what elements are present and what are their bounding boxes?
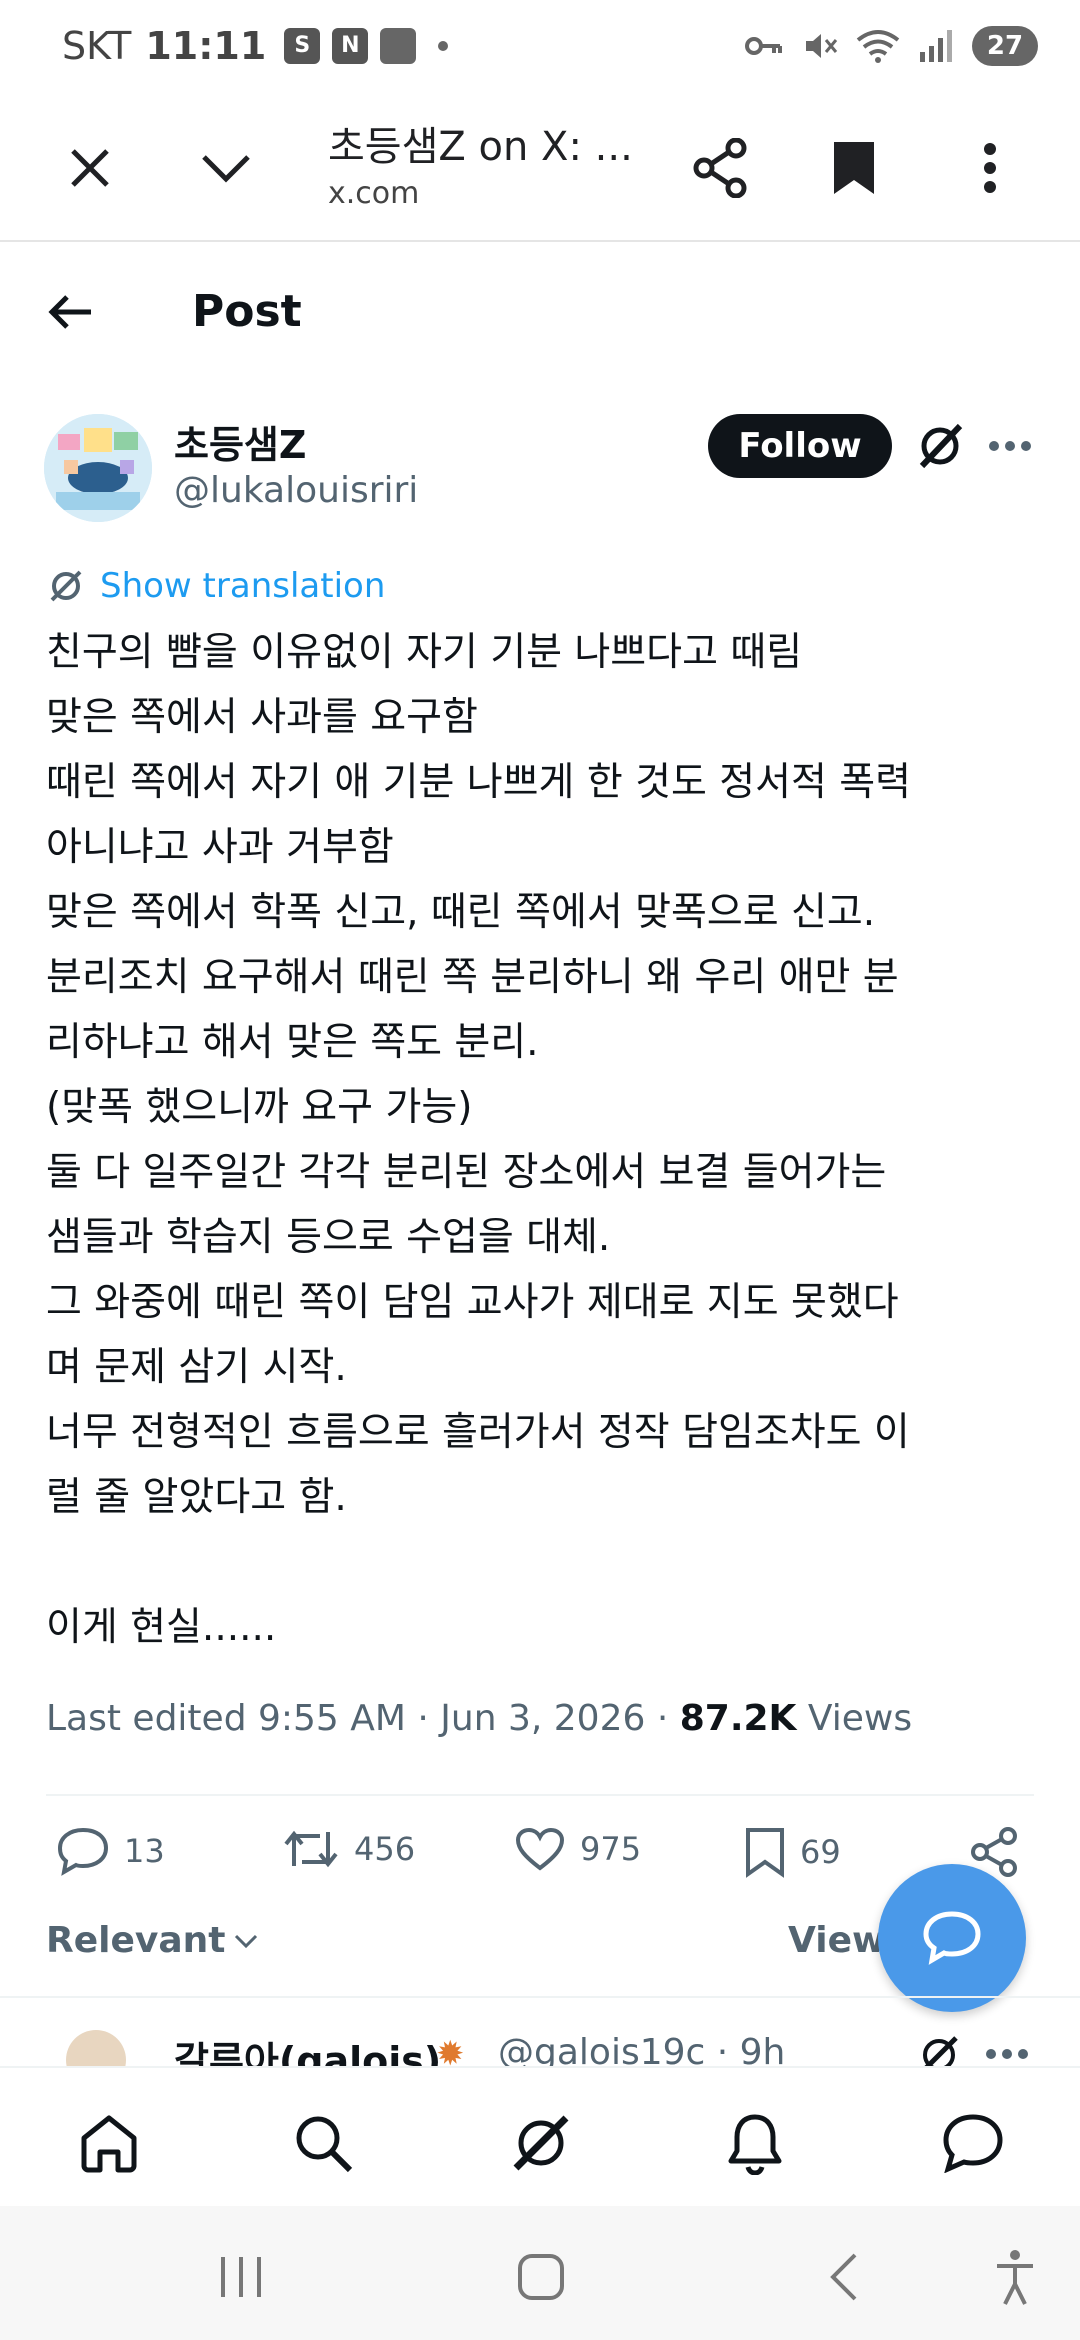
browser-toolbar: 초등샘Z on X: ... x.com	[0, 100, 1080, 242]
home-button[interactable]	[506, 2242, 576, 2312]
avatar-image	[44, 414, 152, 522]
samsung-s-icon: S	[284, 28, 321, 64]
browser-url: x.com	[328, 176, 420, 211]
reply-author-name[interactable]: 갈루아(galois)	[174, 2030, 441, 2066]
repost-count: 456	[354, 1830, 416, 1868]
arrow-left-icon	[48, 295, 91, 329]
post-more-button[interactable]	[982, 418, 1038, 474]
bell-icon	[728, 2114, 782, 2175]
chevron-down-icon	[234, 1934, 257, 1948]
battery-indicator: 27	[972, 26, 1038, 66]
author-handle[interactable]: @lukalouisriri	[174, 470, 418, 511]
reply-author-handle: @galois19c · 9h	[498, 2032, 786, 2066]
fire-badge-icon: ✹	[436, 2034, 465, 2066]
bookmark-icon	[834, 142, 874, 194]
reply-count: 13	[124, 1832, 165, 1870]
reply-avatar[interactable]	[66, 2030, 126, 2066]
more-vertical-icon	[984, 143, 996, 193]
repost-button[interactable]: 456	[282, 1826, 415, 1872]
vpn-key-icon	[745, 37, 782, 55]
bookmark-count: 69	[800, 1833, 841, 1871]
grok-button[interactable]	[912, 418, 968, 474]
divider	[46, 1794, 1034, 1796]
status-left: SKT 11:11 S N	[62, 24, 449, 68]
nav-grok[interactable]	[506, 2108, 576, 2178]
repost-icon	[284, 1830, 338, 1868]
nav-home[interactable]	[74, 2108, 144, 2178]
back-button[interactable]	[40, 282, 100, 342]
views-count: 87.2K	[679, 1698, 797, 1739]
more-notifications-icon	[438, 41, 449, 51]
nav-notifications[interactable]	[720, 2108, 790, 2178]
recents-icon	[221, 2257, 261, 2297]
system-navigation-bar	[0, 2206, 1080, 2340]
show-translation-link[interactable]: Show translation	[46, 566, 385, 606]
message-bubble-icon	[943, 2114, 1003, 2173]
grok-icon	[50, 570, 82, 602]
accessibility-icon	[997, 2250, 1033, 2305]
post-timestamp: Last edited 9:55 AM · Jun 3, 2026 ·	[46, 1698, 680, 1739]
status-right: 27	[744, 26, 1038, 66]
search-icon	[296, 2116, 353, 2173]
sort-label: Relevant	[46, 1920, 226, 1961]
bookmark-outline-icon	[746, 1828, 784, 1878]
mute-icon	[806, 34, 838, 58]
chevron-left-icon	[830, 2253, 857, 2301]
post-metadata: Last edited 9:55 AM · Jun 3, 2026 · 87.2…	[46, 1698, 912, 1739]
nav-messages[interactable]	[938, 2108, 1008, 2178]
status-bar: SKT 11:11 S N 27	[0, 0, 1080, 100]
recent-apps-button[interactable]	[206, 2242, 276, 2312]
grok-icon	[919, 423, 963, 469]
chevron-down-icon	[202, 155, 250, 183]
author-name[interactable]: 초등샘Z	[174, 414, 306, 469]
grok-icon	[513, 2115, 569, 2171]
home-square-icon	[518, 2254, 564, 2300]
accessibility-button[interactable]	[980, 2242, 1050, 2312]
heart-icon	[515, 1827, 565, 1871]
bookmark-button[interactable]: 69	[744, 1826, 841, 1878]
signal-icon	[920, 30, 952, 62]
reply-icon	[57, 1827, 109, 1876]
post-body-text: 친구의 뺨을 이유없이 자기 기분 나쁘다고 때림 맞은 쪽에서 사과를 요구함…	[46, 630, 912, 1650]
compose-reply-fab[interactable]	[878, 1864, 1026, 2012]
view-quotes-button[interactable]: View	[788, 1920, 885, 1961]
nav-search[interactable]	[288, 2108, 358, 2178]
home-icon	[81, 2115, 137, 2173]
reply-more-button[interactable]	[982, 2034, 1032, 2066]
news-icon: N	[332, 28, 369, 64]
note-icon	[380, 28, 417, 64]
wifi-icon	[856, 30, 900, 63]
clock: 11:11	[145, 24, 267, 68]
more-horizontal-icon	[989, 441, 1031, 451]
browser-menu-button[interactable]	[950, 128, 1030, 208]
browser-page-title: 초등샘Z on X: ...	[328, 124, 633, 170]
close-icon	[71, 149, 109, 187]
divider	[0, 1996, 1080, 1998]
follow-button[interactable]: Follow	[708, 414, 892, 478]
reply-sort-dropdown[interactable]: Relevant	[46, 1920, 260, 1961]
grok-icon	[923, 2036, 958, 2066]
like-count: 975	[580, 1830, 642, 1868]
post-header: Post	[0, 242, 1080, 372]
share-icon	[693, 138, 747, 198]
close-tab-button[interactable]	[50, 128, 130, 208]
bottom-navigation	[0, 2066, 1080, 2206]
reply-grok-button[interactable]	[914, 2030, 964, 2066]
share-button[interactable]	[680, 128, 760, 208]
reply-button[interactable]: 13	[56, 1826, 165, 1876]
page-title: Post	[192, 286, 302, 337]
carrier-label: SKT	[62, 24, 132, 68]
more-horizontal-icon	[986, 2049, 1028, 2059]
reply-bubble-icon	[923, 1911, 981, 1965]
system-back-button[interactable]	[808, 2242, 878, 2312]
views-label: Views	[796, 1698, 913, 1739]
bookmark-page-button[interactable]	[814, 128, 894, 208]
show-translation-label: Show translation	[100, 566, 386, 606]
like-button[interactable]: 975	[514, 1826, 641, 1872]
minimize-button[interactable]	[186, 128, 266, 208]
reply-preview[interactable]: 갈루아(galois) ✹ @galois19c · 9h	[0, 2000, 1080, 2066]
author-avatar[interactable]	[44, 414, 152, 522]
